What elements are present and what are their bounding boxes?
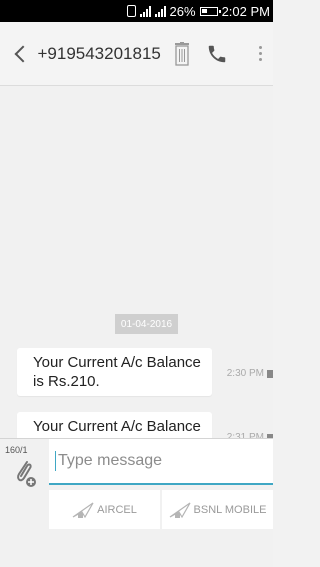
character-counter: 160/1 bbox=[5, 445, 28, 455]
message-input[interactable] bbox=[58, 452, 258, 470]
send-icon bbox=[169, 502, 191, 518]
call-button[interactable] bbox=[205, 34, 230, 74]
signal-1-icon bbox=[139, 5, 151, 17]
message-text: Your Current A/c Balance is Rs.210. bbox=[33, 354, 201, 390]
message-time: 2:30 PM bbox=[227, 368, 273, 379]
send-icon bbox=[72, 502, 94, 518]
chevron-left-icon bbox=[14, 45, 32, 62]
send-aircel-button[interactable]: AIRCEL bbox=[49, 490, 160, 530]
signal-2-icon bbox=[154, 5, 166, 17]
back-button[interactable] bbox=[8, 34, 32, 74]
status-bar: 26% 2:02 PM bbox=[0, 0, 273, 22]
send-options: AIRCEL BSNL MOBILE bbox=[49, 490, 273, 530]
send-bsnl-button[interactable]: BSNL MOBILE bbox=[162, 490, 273, 530]
contact-number: +919543201815 bbox=[37, 43, 161, 63]
message-bubble[interactable]: Your Current A/c Balance is Rs.210. bbox=[17, 348, 212, 396]
delete-button[interactable] bbox=[169, 34, 194, 74]
battery-icon bbox=[199, 6, 221, 16]
status-time: 2:02 PM bbox=[221, 3, 270, 19]
conversation-header: +919543201815 bbox=[0, 22, 273, 86]
phone-icon bbox=[208, 45, 226, 62]
message-input-box[interactable] bbox=[49, 439, 273, 485]
more-vert-icon bbox=[258, 46, 262, 61]
message-time-label: 2:30 PM bbox=[226, 368, 264, 379]
composer: 160/1 AIRCEL bbox=[0, 438, 273, 530]
screen: 26% 2:02 PM +919543201815 01-04-2016 You… bbox=[0, 0, 273, 567]
sim-card-icon bbox=[267, 369, 273, 378]
overflow-menu-button[interactable] bbox=[248, 34, 273, 74]
text-caret bbox=[55, 451, 56, 471]
bottom-area bbox=[0, 529, 273, 567]
battery-percent: 26% bbox=[169, 3, 196, 19]
sim-label-bsnl: BSNL MOBILE bbox=[193, 504, 267, 516]
phone-status-icon bbox=[126, 5, 136, 17]
trash-icon bbox=[175, 41, 190, 66]
attach-button[interactable] bbox=[13, 458, 39, 490]
paperclip-icon bbox=[17, 461, 36, 487]
sim-label-aircel: AIRCEL bbox=[97, 504, 137, 516]
date-separator: 01-04-2016 bbox=[115, 314, 178, 334]
message-list[interactable]: 01-04-2016 Your Current A/c Balance is R… bbox=[0, 86, 273, 460]
